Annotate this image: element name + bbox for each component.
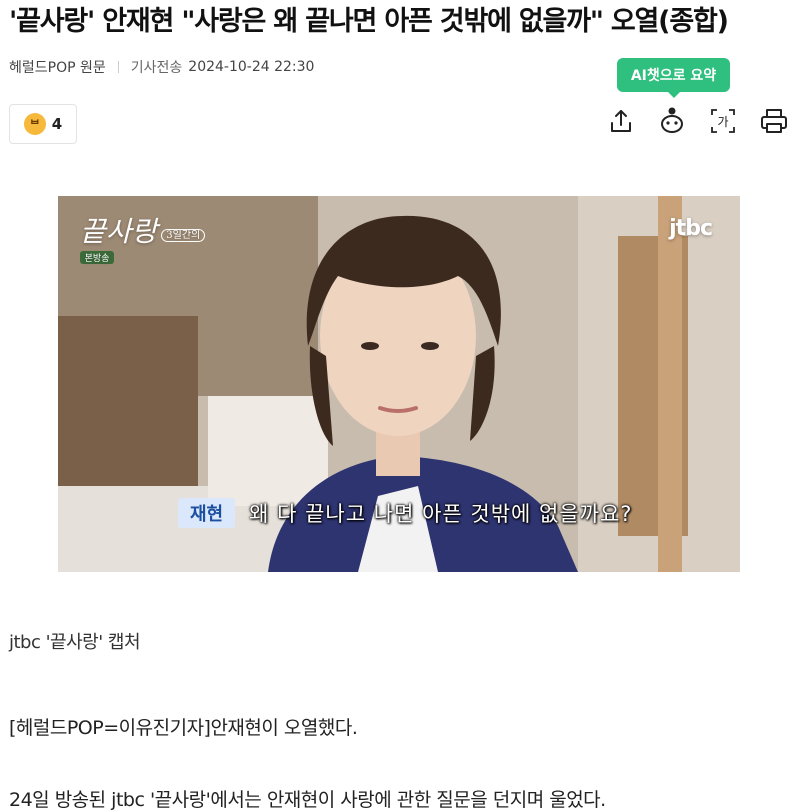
- show-logo: 끝사랑 3일간의 본방송: [80, 210, 206, 264]
- article-paragraph: [헤럴드POP=이유진기자]안재현이 오열했다.: [9, 717, 358, 739]
- sent-time: 2024-10-24 22:30: [188, 59, 315, 75]
- photo-credit: jtbc '끝사랑' 캡처: [9, 632, 141, 653]
- article-headline: '끝사랑' 안재현 "사랑은 왜 끝나면 아픈 것밖에 없을까" 오열(종합): [9, 6, 729, 37]
- share-icon[interactable]: [606, 106, 636, 136]
- sent-label: 기사전송: [130, 60, 183, 76]
- ai-bot-icon[interactable]: [657, 106, 687, 136]
- reaction-button[interactable]: ᄇ 4: [9, 104, 77, 144]
- news-source[interactable]: 헤럴드POP 원문: [9, 57, 106, 77]
- reaction-count: 4: [51, 115, 63, 133]
- svg-text:가: 가: [717, 115, 728, 129]
- video-caption: 재현 왜 다 끝나고 나면 아픈 것밖에 없을까요?: [178, 498, 632, 528]
- smile-face-icon: ᄇ: [23, 113, 46, 135]
- caption-line: 왜 다 끝나고 나면 아픈 것밖에 없을까요?: [249, 502, 633, 526]
- broadcaster-logo: jtbc: [669, 216, 713, 241]
- article-meta: 헤럴드POP 원문 기사전송 2024-10-24 22:30: [9, 57, 314, 77]
- print-icon[interactable]: [759, 106, 789, 136]
- article-photo: 끝사랑 3일간의 본방송 jtbc 재현 왜 다 끝나고 나면 아픈 것밖에 없을…: [58, 196, 740, 572]
- caption-speaker: 재현: [178, 498, 236, 528]
- show-badge: 본방송: [80, 251, 114, 264]
- meta-divider: [117, 61, 119, 73]
- ai-summary-button[interactable]: AI챗으로 요약: [617, 58, 730, 98]
- font-size-icon[interactable]: 가: [708, 106, 738, 136]
- show-logo-sub: 3일간의: [161, 229, 206, 242]
